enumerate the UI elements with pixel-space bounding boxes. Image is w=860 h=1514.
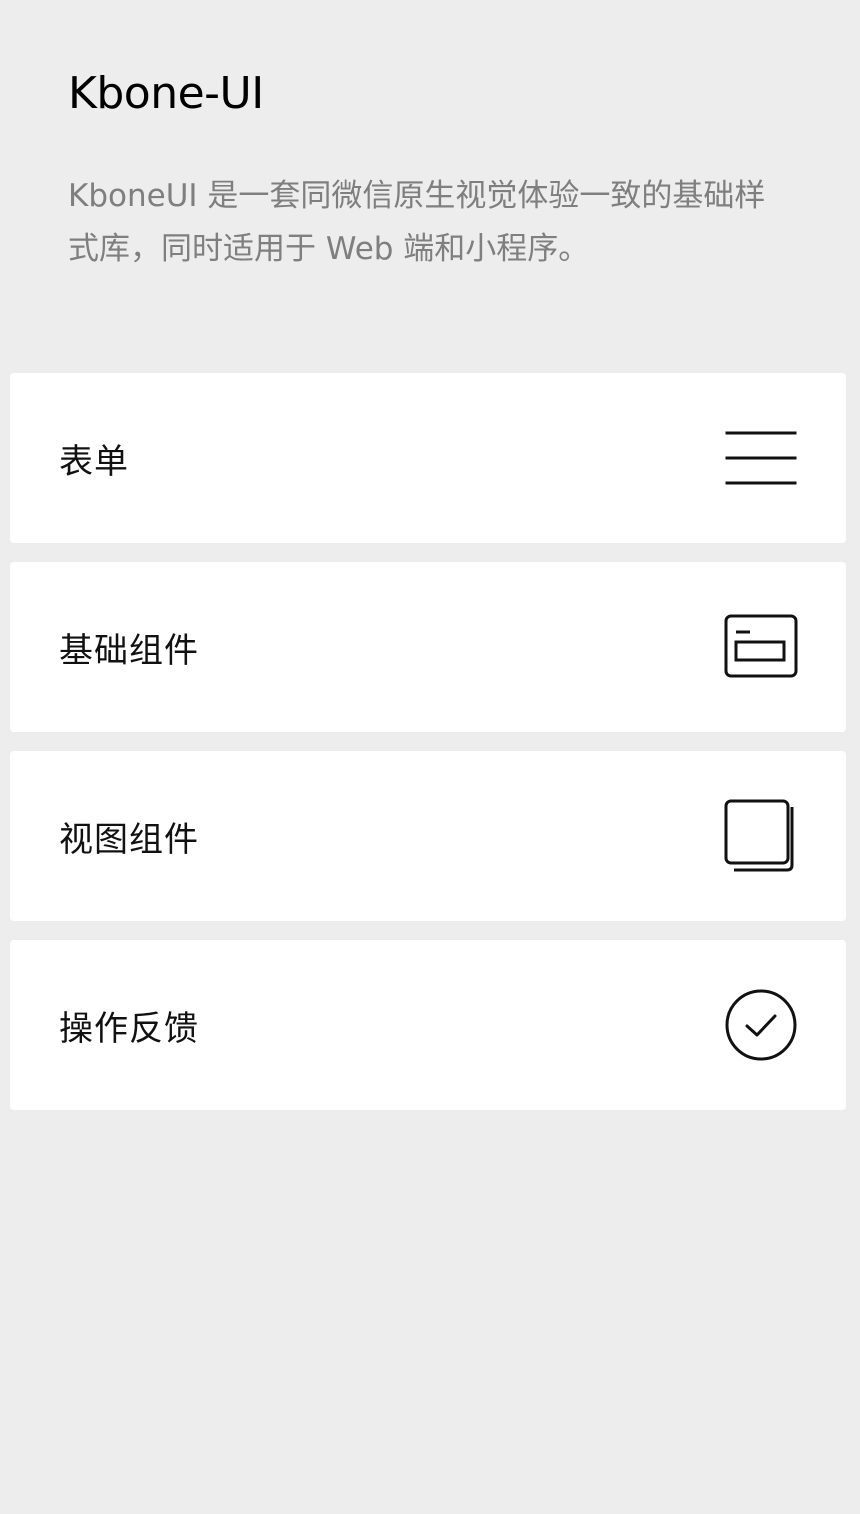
form-lines-icon xyxy=(724,421,798,495)
base-component-icon xyxy=(724,610,798,684)
menu-item-feedback[interactable]: 操作反馈 xyxy=(10,940,846,1110)
check-circle-icon xyxy=(724,988,798,1062)
menu-item-form[interactable]: 表单 xyxy=(10,373,846,543)
page-header: Kbone-UI KboneUI 是一套同微信原生视觉体验一致的基础样式库，同时… xyxy=(68,62,788,276)
menu-list: 表单 基础组件 视图组件 操作反馈 xyxy=(10,373,846,1129)
menu-item-view-components[interactable]: 视图组件 xyxy=(10,751,846,921)
menu-item-base-components[interactable]: 基础组件 xyxy=(10,562,846,732)
menu-item-label: 视图组件 xyxy=(59,819,199,860)
menu-item-label: 基础组件 xyxy=(59,630,199,671)
page-description: KboneUI 是一套同微信原生视觉体验一致的基础样式库，同时适用于 Web 端… xyxy=(68,178,766,267)
page-title: Kbone-UI xyxy=(68,68,264,119)
menu-item-label: 表单 xyxy=(59,441,129,482)
view-stack-icon xyxy=(724,799,798,873)
menu-item-label: 操作反馈 xyxy=(59,1008,199,1049)
